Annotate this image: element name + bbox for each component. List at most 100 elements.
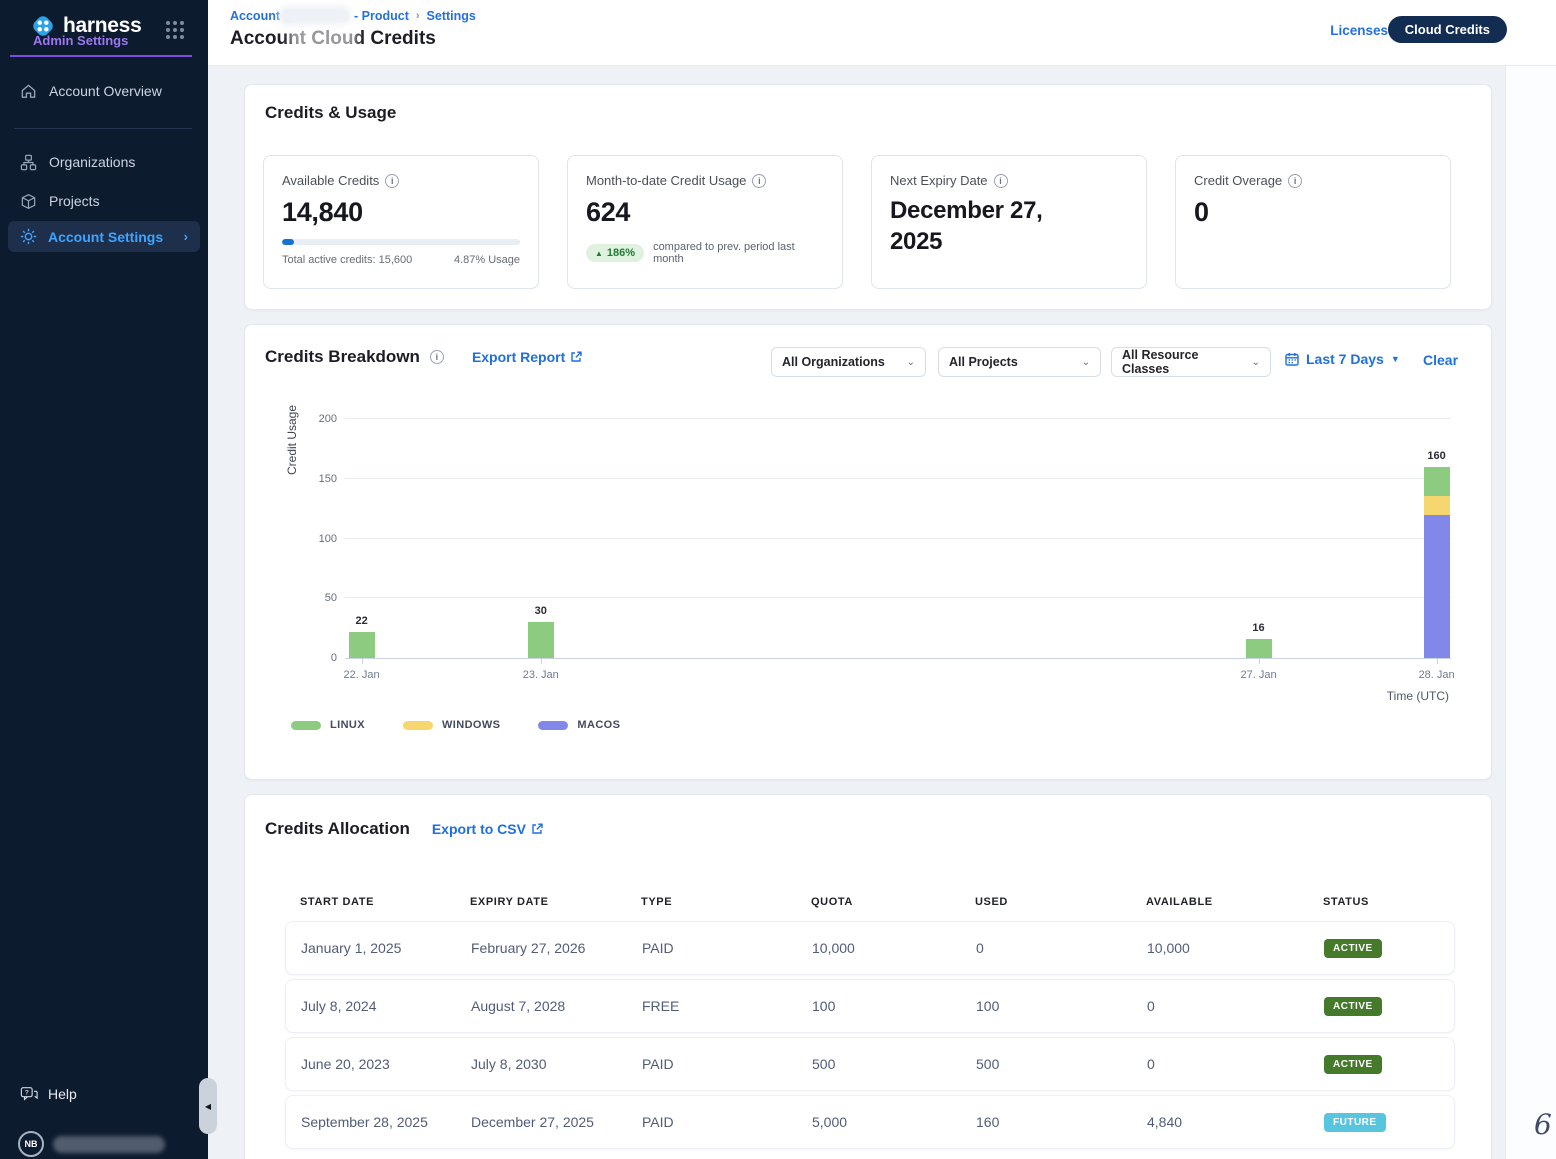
chart-bar[interactable]: 30: [528, 622, 554, 658]
sidebar-item-label: Account Overview: [49, 83, 162, 99]
annotation-mark: 6: [1534, 1108, 1552, 1141]
cell-start-date: June 20, 2023: [301, 1056, 471, 1072]
filter-resource-classes-select[interactable]: All Resource Classes⌄: [1111, 347, 1271, 377]
bar-segment-linux[interactable]: [528, 622, 554, 658]
page-title: Account Cloud Credits: [230, 28, 436, 50]
module-subtitle: Admin Settings: [33, 33, 128, 48]
clear-filters-link[interactable]: Clear: [1423, 352, 1458, 368]
legend-item-windows[interactable]: WINDOWS: [403, 719, 500, 731]
chart-gridline: [345, 478, 1451, 479]
chart-x-tick: [1437, 659, 1438, 664]
chart-y-tick-label: 150: [297, 473, 337, 485]
breadcrumb[interactable]: Account - Product › Settings: [230, 9, 476, 23]
breadcrumb-account-link[interactable]: Account: [230, 9, 280, 23]
home-icon: [20, 83, 37, 100]
filter-projects-select[interactable]: All Projects⌄: [938, 347, 1101, 377]
available-credits-card: Available Credits i 14,840 Total active …: [263, 155, 539, 289]
chevron-down-icon: ⌄: [1082, 357, 1090, 368]
external-link-icon: [570, 351, 582, 363]
sidebar-collapse-handle[interactable]: ◀: [199, 1078, 217, 1134]
cell-available: 4,840: [1147, 1114, 1324, 1130]
chart-y-tick-label: 100: [297, 533, 337, 545]
cell-status: ACTIVE: [1324, 1054, 1454, 1074]
app-grid-icon[interactable]: [166, 21, 184, 39]
cell-start-date: July 8, 2024: [301, 998, 471, 1014]
scrollbar-track[interactable]: [1505, 66, 1556, 1159]
chart-bar[interactable]: 22: [349, 632, 375, 658]
sidebar-item-projects[interactable]: Projects: [0, 184, 208, 218]
credits-usage-title: Credits & Usage: [265, 103, 396, 123]
table-row[interactable]: September 28, 2025December 27, 2025PAID5…: [285, 1095, 1455, 1149]
filter-organizations-select[interactable]: All Organizations⌄: [771, 347, 926, 377]
sidebar-item-organizations[interactable]: Organizations: [0, 145, 208, 179]
table-row[interactable]: January 1, 2025February 27, 2026PAID10,0…: [285, 921, 1455, 975]
chart-gridline: [345, 597, 1451, 598]
page-header: Account - Product › Settings Account Clo…: [208, 0, 1556, 66]
svg-text:?: ?: [25, 1090, 29, 1097]
status-badge: ACTIVE: [1324, 997, 1382, 1016]
column-header[interactable]: TYPE: [641, 896, 811, 908]
column-header[interactable]: QUOTA: [811, 896, 975, 908]
column-header[interactable]: USED: [975, 896, 1146, 908]
legend-swatch: [403, 721, 433, 730]
column-header[interactable]: AVAILABLE: [1146, 896, 1323, 908]
chart-bar[interactable]: 160: [1424, 467, 1450, 658]
cell-expiry-date: February 27, 2026: [471, 940, 642, 956]
bar-segment-linux[interactable]: [1424, 467, 1450, 496]
date-range-label: Last 7 Days: [1306, 351, 1384, 367]
legend-item-macos[interactable]: MACOS: [538, 719, 620, 731]
chart-gridline: [345, 538, 1451, 539]
cell-used: 160: [976, 1114, 1147, 1130]
help-button[interactable]: ? Help: [20, 1086, 77, 1102]
redacted-user-name: [53, 1136, 165, 1153]
column-header[interactable]: STATUS: [1323, 896, 1455, 908]
info-icon[interactable]: i: [752, 174, 766, 188]
usage-percent: 4.87% Usage: [454, 254, 520, 266]
breadcrumb-product[interactable]: - Product: [354, 9, 409, 23]
info-icon[interactable]: i: [1288, 174, 1302, 188]
cell-quota: 100: [812, 998, 976, 1014]
chart-plot: 0501001502002222. Jan3023. Jan1627. Jan1…: [345, 420, 1451, 659]
legend-item-linux[interactable]: LINUX: [291, 719, 365, 731]
cell-quota: 5,000: [812, 1114, 976, 1130]
export-report-link[interactable]: Export Report: [472, 349, 582, 365]
chart-bar[interactable]: 16: [1246, 639, 1272, 658]
cell-expiry-date: July 8, 2030: [471, 1056, 642, 1072]
bar-segment-windows[interactable]: [1424, 496, 1450, 515]
info-icon[interactable]: i: [385, 174, 399, 188]
info-icon[interactable]: i: [994, 174, 1008, 188]
credits-allocation-title: Credits Allocation: [265, 819, 410, 839]
chart-x-axis-title: Time (UTC): [1387, 689, 1449, 703]
avatar[interactable]: NB: [18, 1131, 44, 1157]
table-row[interactable]: June 20, 2023July 8, 2030PAID5005000ACTI…: [285, 1037, 1455, 1091]
sidebar-item-account-overview[interactable]: Account Overview: [0, 74, 208, 108]
chart-x-tick-label: 23. Jan: [523, 669, 559, 681]
info-icon[interactable]: i: [430, 350, 444, 364]
cell-used: 500: [976, 1056, 1147, 1072]
bar-total-label: 160: [1427, 450, 1445, 462]
sidebar-item-label: Projects: [49, 193, 100, 209]
chart-x-tick-label: 28. Jan: [1419, 669, 1455, 681]
column-header[interactable]: START DATE: [300, 896, 470, 908]
breadcrumb-settings-link[interactable]: Settings: [427, 9, 476, 23]
table-row[interactable]: July 8, 2024August 7, 2028FREE1001000ACT…: [285, 979, 1455, 1033]
user-profile[interactable]: NB: [18, 1131, 165, 1157]
cell-status: ACTIVE: [1324, 996, 1454, 1016]
bar-segment-linux[interactable]: [1246, 639, 1272, 658]
sidebar-item-account-settings[interactable]: Account Settings ›: [8, 221, 200, 252]
bar-segment-macos[interactable]: [1424, 515, 1450, 658]
cell-type: FREE: [642, 998, 812, 1014]
licenses-link[interactable]: Licenses: [1330, 23, 1388, 38]
cloud-credits-button[interactable]: Cloud Credits: [1388, 16, 1507, 43]
column-header[interactable]: EXPIRY DATE: [470, 896, 641, 908]
sidebar-item-label: Account Settings: [48, 229, 163, 245]
stat-label: Month-to-date Credit Usage: [586, 173, 746, 188]
export-csv-link[interactable]: Export to CSV: [432, 821, 543, 837]
bar-segment-linux[interactable]: [349, 632, 375, 658]
stat-label: Next Expiry Date: [890, 173, 988, 188]
mtd-usage-value: 624: [586, 197, 824, 228]
date-range-picker[interactable]: Last 7 Days ▼: [1285, 351, 1400, 367]
available-credits-value: 14,840: [282, 197, 520, 228]
status-badge: FUTURE: [1324, 1113, 1386, 1132]
cell-start-date: January 1, 2025: [301, 940, 471, 956]
